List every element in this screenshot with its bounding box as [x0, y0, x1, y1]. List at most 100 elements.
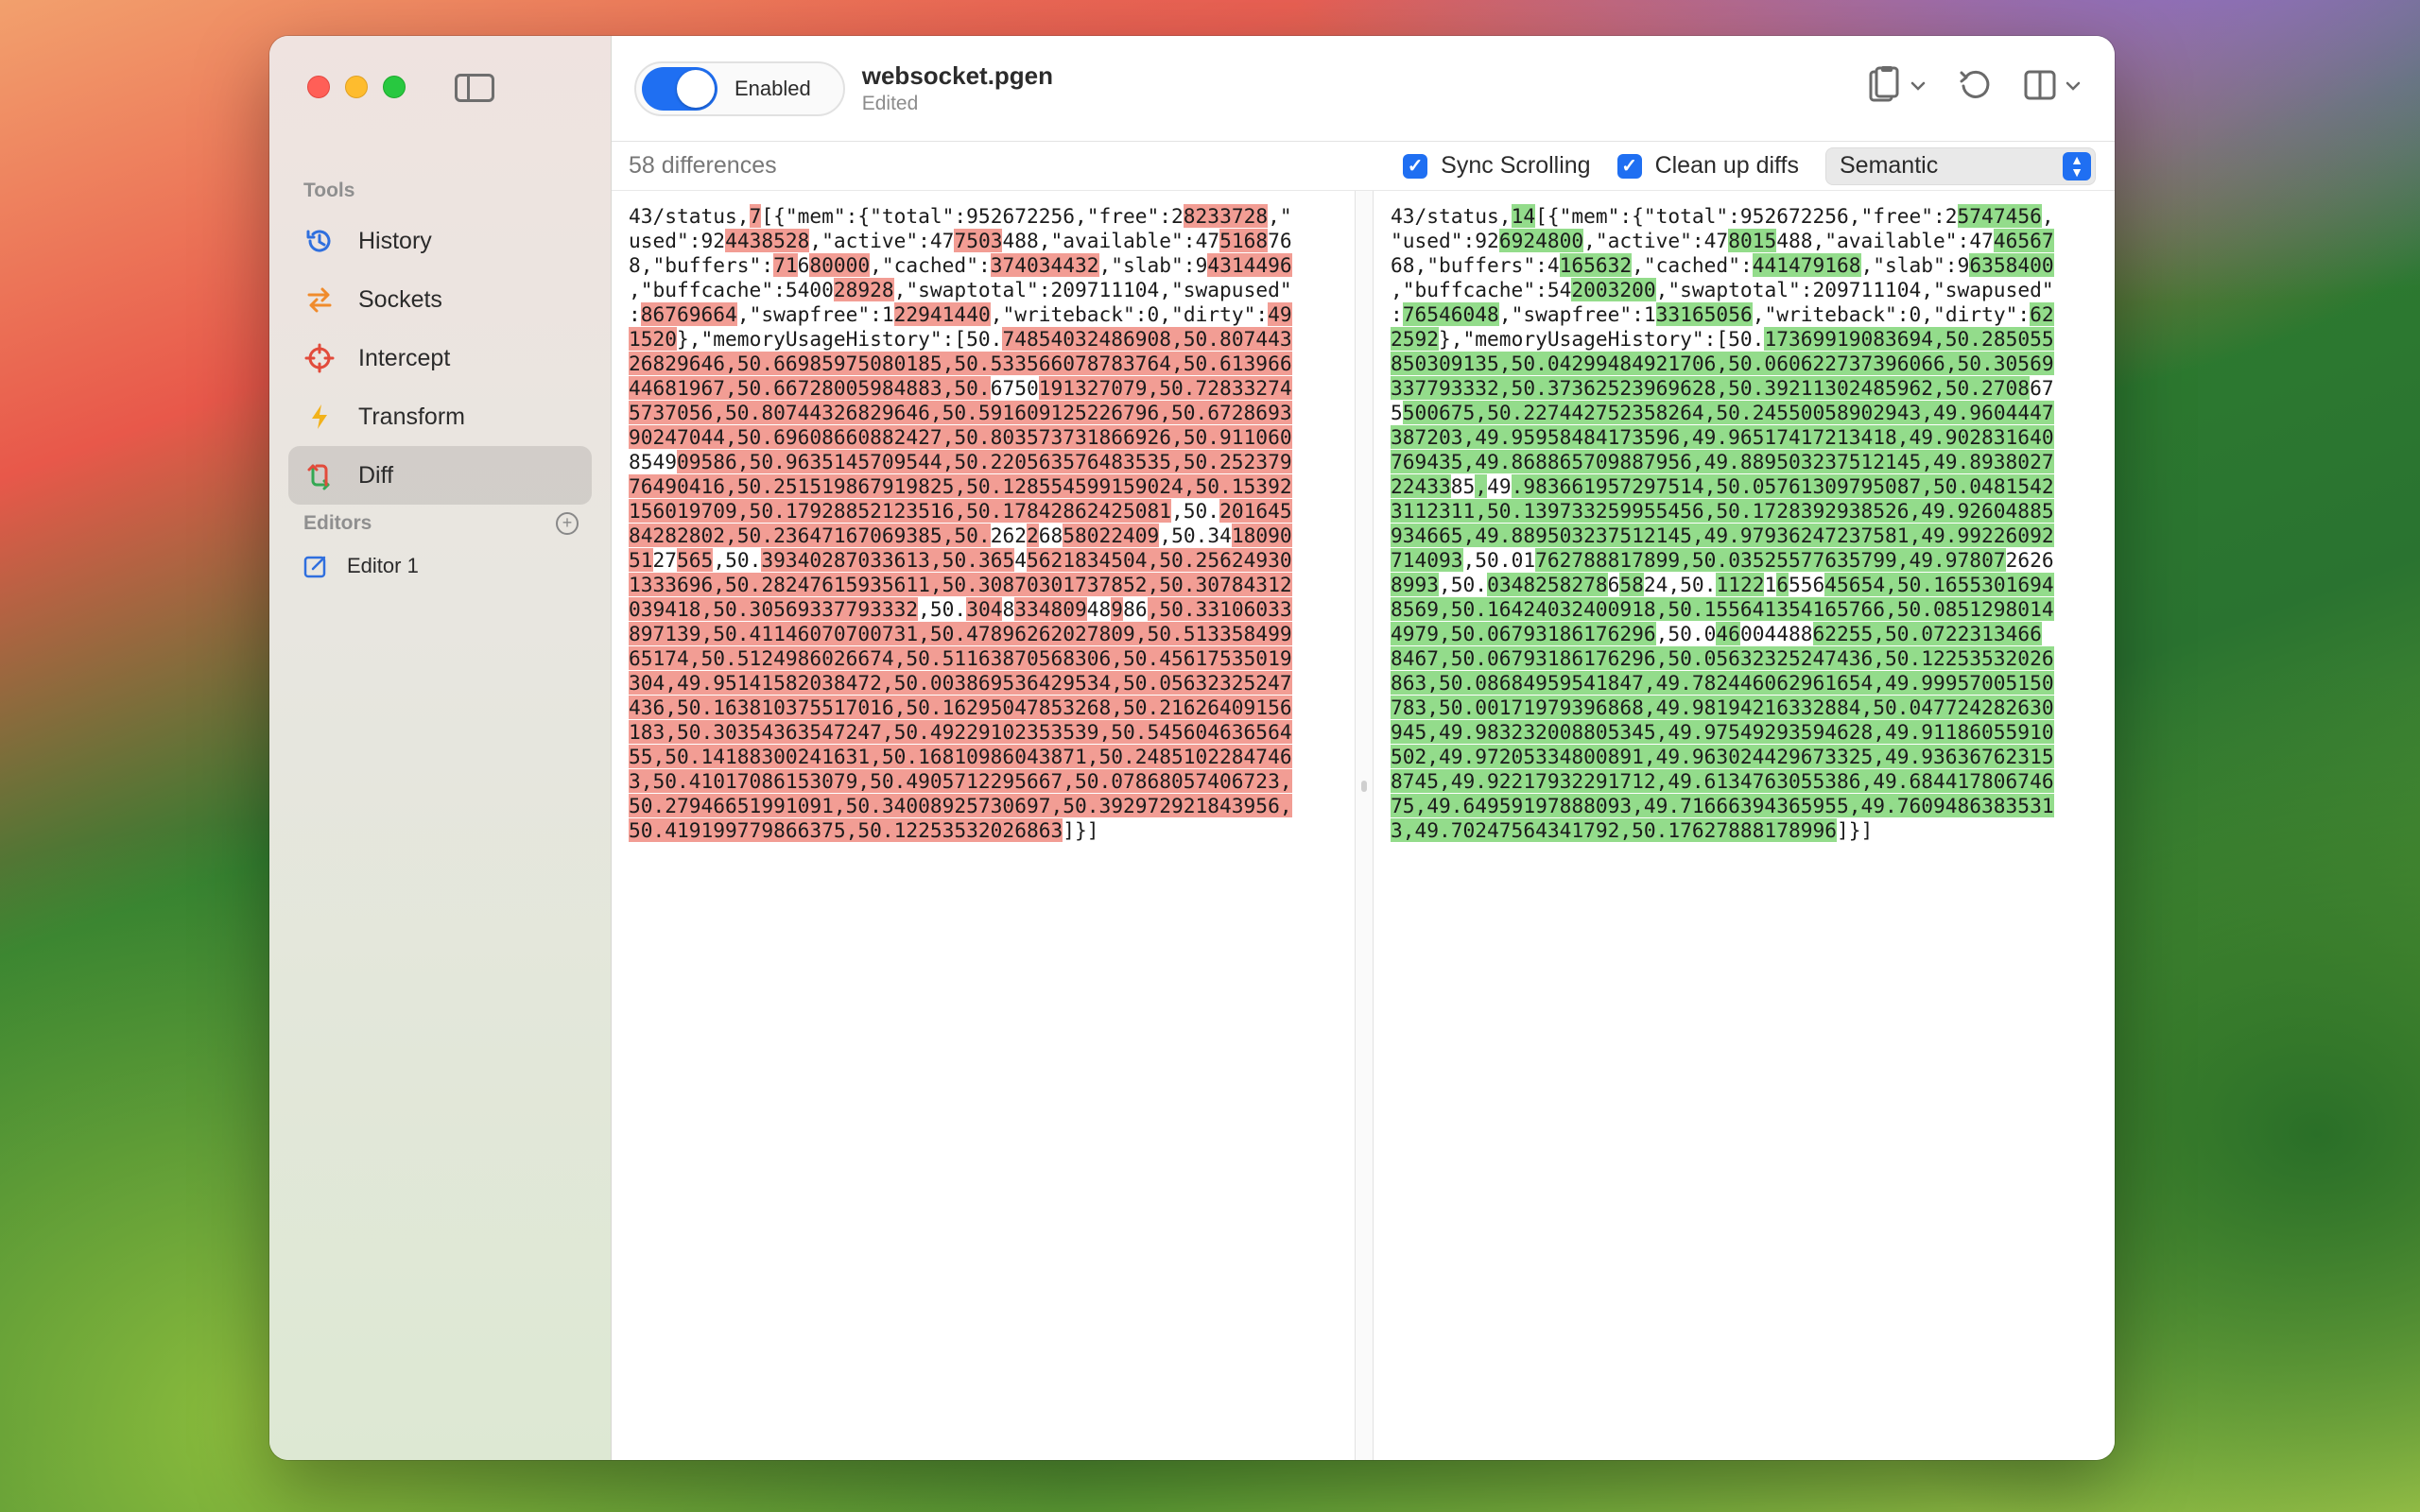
added-segment: 5747456 — [1957, 204, 2042, 228]
sidebar-toggle-icon[interactable] — [455, 74, 494, 102]
added-segment: 1122 — [1716, 573, 1765, 596]
removed-segment: 9 — [1111, 597, 1124, 621]
zoom-window-button[interactable] — [383, 76, 406, 98]
added-segment: , — [1475, 474, 1488, 498]
diff-line: 3,49.70247564341792,50.17627888178996]}] — [1391, 818, 2100, 843]
diff-line: 43/status,7[{"mem":{"total":952672256,"f… — [629, 204, 1338, 229]
unchanged-segment: , — [2041, 204, 2054, 228]
unchanged-segment: },"memoryUsageHistory":[50. — [677, 327, 1003, 351]
unchanged-segment: ,"writeback":0,"dirty": — [1752, 302, 2031, 326]
sidebar-item-intercept[interactable]: Intercept — [288, 329, 592, 387]
added-segment: 337793332,50.37362523969628,50.392113024… — [1391, 376, 2031, 400]
removed-segment: 4438528 — [725, 229, 810, 252]
diff-line: 945,49.983232008805345,49.97549293594628… — [1391, 720, 2100, 745]
removed-segment: 71 — [773, 253, 798, 277]
removed-segment: 4314496 — [1207, 253, 1292, 277]
revert-button[interactable] — [1958, 67, 1992, 108]
main-content: Enabled websocket.pgen Edited 58 differe… — [612, 36, 2115, 1460]
diff-line: 5500675,50.227442752358264,50.2455005890… — [1391, 401, 2100, 425]
minimize-window-button[interactable] — [345, 76, 368, 98]
unchanged-segment: ,"swapfree":1 — [1498, 302, 1656, 326]
document-name: websocket.pgen — [861, 61, 1054, 90]
added-segment: 75,49.64959197888093,49.71666394365955,4… — [1391, 794, 2054, 817]
diff-line: :86769664,"swapfree":122941440,"writebac… — [629, 302, 1338, 327]
added-segment: 14 — [1511, 204, 1536, 228]
unchanged-segment: 556 — [1789, 573, 1825, 596]
unchanged-segment: ,"slab":9 — [1860, 253, 1970, 277]
diff-mode-select[interactable]: Semantic ▲ ▼ — [1825, 146, 2096, 185]
added-segment: 22433 — [1391, 474, 1451, 498]
diff-line: 3,50.41017086153079,50.4905712295667,50.… — [629, 769, 1338, 794]
removed-segment: 26829646,50.66985975080185,50.5335660787… — [629, 352, 1292, 375]
diff-line: 769435,49.868865709887956,49.88950323751… — [1391, 450, 2100, 474]
removed-segment: 90247044,50.69608660882427,50.8035737318… — [629, 425, 1292, 449]
sidebar-item-sockets[interactable]: Sockets — [288, 270, 592, 329]
enabled-switch[interactable] — [642, 66, 717, 111]
added-segment: 4979,50.06793186176296 — [1391, 622, 1656, 645]
added-segment: 2003200 — [1571, 278, 1656, 301]
unchanged-segment: 8,"buffers": — [629, 253, 774, 277]
diff-line: 1333696,50.28247615935611,50.30870301737… — [629, 573, 1338, 597]
diff-line: 26829646,50.66985975080185,50.5335660787… — [629, 352, 1338, 376]
removed-segment: 50.419199779866375,50.12253532026863 — [629, 818, 1063, 842]
removed-segment: 09586,50.9635145709544,50.22056357648353… — [677, 450, 1292, 473]
removed-segment: 5737056,50.80744326829646,50.59160912522… — [629, 401, 1292, 424]
sockets-icon — [303, 284, 336, 316]
diff-pane-modified[interactable]: 43/status,14[{"mem":{"total":952672256,"… — [1374, 191, 2115, 1460]
sidebar-item-transform[interactable]: Transform — [288, 387, 592, 446]
checkmark-icon[interactable]: ✓ — [1616, 153, 1642, 179]
unchanged-segment: 488,"available":47 — [1002, 229, 1220, 252]
pane-divider[interactable] — [1355, 191, 1374, 1460]
layout-menu-button[interactable] — [2024, 70, 2081, 105]
added-segment: 6 — [1776, 573, 1789, 596]
sidebar-item-editor-1[interactable]: Editor 1 — [303, 554, 419, 578]
added-segment: 33165056 — [1655, 302, 1753, 326]
unchanged-segment: ,50.34 — [1159, 524, 1232, 547]
unchanged-segment: ]}] — [1836, 818, 1874, 842]
unchanged-segment: 2626 — [2005, 548, 2054, 572]
added-segment: 441479168 — [1752, 253, 1861, 277]
unchanged-segment: 4 — [1014, 548, 1027, 572]
clipboard-menu-button[interactable] — [1867, 64, 1926, 111]
added-segment: 6924800 — [1498, 229, 1584, 252]
unchanged-segment: : — [629, 302, 641, 326]
sidebar-item-diff[interactable]: Diff — [288, 446, 592, 505]
unchanged-segment: ,"cached": — [870, 253, 991, 277]
added-segment: 8993 — [1391, 573, 1440, 596]
added-segment: 5 — [1402, 401, 1415, 424]
tools-nav: History Sockets Intercept Transform Diff — [288, 212, 592, 505]
added-segment: 714093 — [1391, 548, 1463, 572]
added-segment: 387203,49.95958484173596,49.965174172134… — [1391, 425, 2054, 449]
close-window-button[interactable] — [307, 76, 330, 98]
diff-line: 75,49.64959197888093,49.71666394365955,4… — [1391, 794, 2100, 818]
document-title: websocket.pgen Edited — [862, 61, 1053, 115]
added-segment: 945,49.983232008805345,49.97549293594628… — [1391, 720, 2054, 744]
removed-segment: 374034432 — [990, 253, 1099, 277]
diff-pane-original[interactable]: 43/status,7[{"mem":{"total":952672256,"f… — [612, 191, 1355, 1460]
removed-segment: 5168 — [1219, 229, 1269, 252]
unchanged-segment: ,50. — [1171, 499, 1220, 523]
removed-segment: 1520 — [629, 327, 678, 351]
sync-scrolling-checkbox[interactable]: ✓ Sync Scrolling — [1403, 152, 1591, 180]
sidebar-item-label: Diff — [358, 461, 394, 489]
diff-line: 8,"buffers":71680000,"cached":374034432,… — [629, 253, 1338, 278]
sidebar-item-history[interactable]: History — [288, 212, 592, 270]
diff-icon — [303, 459, 336, 491]
added-segment: 8745,49.92217932291712,49.6134763055386,… — [1391, 769, 2054, 793]
removed-segment: 156019709,50.17928852123516,50.178428624… — [629, 499, 1172, 523]
removed-segment: 183,50.30354363547247,50.49229102353539,… — [629, 720, 1292, 744]
unchanged-segment: 48 — [1086, 597, 1112, 621]
unchanged-segment: ,"active":47 — [809, 229, 955, 252]
sidebar-item-label: History — [358, 227, 432, 254]
cleanup-diffs-label: Clean up diffs — [1654, 152, 1799, 179]
added-segment: 863,50.08684959541847,49.782446062961654… — [1391, 671, 2054, 695]
diff-line: 50.419199779866375,50.12253532026863]}] — [629, 818, 1338, 843]
diff-line: 8467,50.06793186176296,50.05632325247436… — [1391, 646, 2100, 671]
sidebar-item-label: Intercept — [358, 344, 451, 371]
select-arrows-icon: ▲ ▼ — [2063, 151, 2091, 180]
checkmark-icon[interactable]: ✓ — [1403, 153, 1428, 179]
cleanup-diffs-checkbox[interactable]: ✓ Clean up diffs — [1616, 152, 1799, 180]
add-editor-icon[interactable]: + — [556, 512, 579, 535]
removed-segment: 3,50.41017086153079,50.4905712295667,50.… — [629, 769, 1292, 793]
enabled-toggle[interactable]: Enabled — [634, 60, 845, 116]
